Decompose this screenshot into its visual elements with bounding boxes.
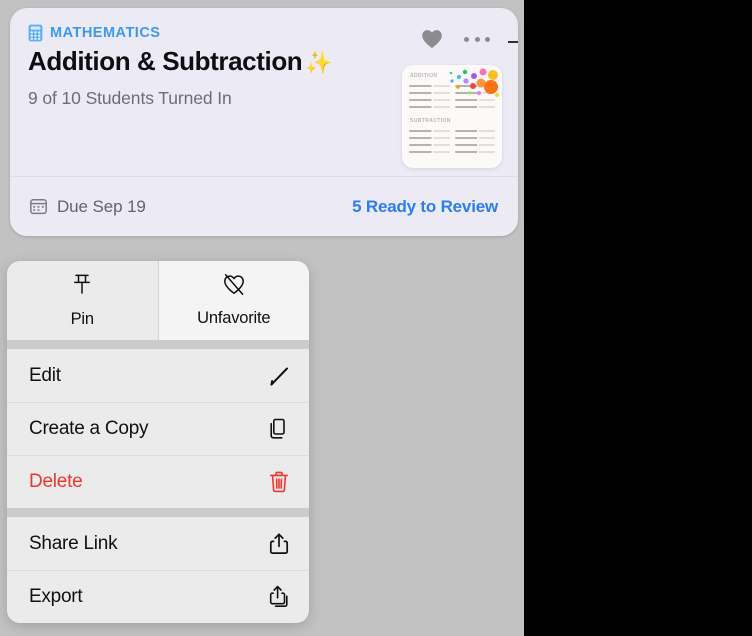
menu-item-export-label: Export: [29, 586, 83, 607]
due-date-group: Due Sep 19: [30, 197, 146, 217]
trash-icon: [267, 469, 291, 495]
duplicate-icon: [267, 416, 291, 442]
due-date-label: Due Sep 19: [57, 196, 146, 216]
menu-item-edit-label: Edit: [29, 364, 61, 386]
context-menu-group-2: Share Link Export: [7, 517, 309, 623]
menu-item-delete[interactable]: Delete: [7, 455, 309, 508]
pin-icon: [71, 273, 93, 302]
calculator-icon: [28, 24, 43, 42]
calendar-icon: [30, 198, 47, 215]
heart-slash-icon: [222, 273, 246, 301]
menu-action-pin-label: Pin: [70, 309, 94, 328]
menu-action-pin[interactable]: Pin: [7, 261, 158, 340]
subject-label: MATHEMATICS: [50, 25, 161, 41]
confetti-decoration: [449, 68, 499, 97]
right-black-panel: [524, 0, 752, 636]
sparkles-icon: ✨: [305, 49, 333, 75]
menu-group-separator: [7, 340, 309, 349]
context-menu-group-1: Edit Create a Copy Delete: [7, 349, 309, 508]
assignment-title: Addition & Subtraction: [28, 46, 303, 76]
menu-action-unfavorite-label: Unfavorite: [197, 309, 271, 327]
menu-item-create-a-copy[interactable]: Create a Copy: [7, 402, 309, 455]
menu-item-share-link[interactable]: Share Link: [7, 517, 309, 570]
context-menu-top-actions: Pin Unfavorite: [7, 261, 309, 340]
pencil-icon: [267, 363, 291, 389]
menu-item-edit[interactable]: Edit: [7, 349, 309, 402]
menu-action-unfavorite[interactable]: Unfavorite: [157, 261, 309, 340]
share-icon: [267, 531, 291, 557]
context-menu[interactable]: Pin Unfavorite Edit Create a Copy Delete…: [7, 261, 309, 623]
more-options-ellipsis-icon[interactable]: [464, 35, 490, 43]
turned-in-status: 9 of 10 Students Turned In: [28, 88, 232, 108]
assignment-card-body: MATHEMATICS Addition & Subtraction ✨ 9 o…: [10, 8, 518, 177]
menu-group-separator-2: [7, 508, 309, 517]
title-row: Addition & Subtraction ✨: [28, 46, 333, 77]
export-icon: [267, 584, 291, 610]
menu-item-delete-label: Delete: [29, 471, 83, 492]
assignment-card-footer: Due Sep 19 5 Ready to Review: [10, 176, 518, 236]
assignment-card[interactable]: MATHEMATICS Addition & Subtraction ✨ 9 o…: [10, 8, 518, 236]
favorite-heart-icon[interactable]: [421, 29, 443, 51]
worksheet-thumbnail[interactable]: ADDITION SUBTRACTION: [402, 65, 502, 168]
menu-item-share-link-label: Share Link: [29, 532, 118, 554]
menu-item-create-a-copy-label: Create a Copy: [29, 418, 149, 439]
worksheet-section-addition: ADDITION: [410, 73, 438, 79]
menu-item-export[interactable]: Export: [7, 570, 309, 623]
subject-row: MATHEMATICS: [28, 24, 160, 42]
worksheet-problems-subtraction: [409, 130, 495, 158]
worksheet-section-subtraction: SUBTRACTION: [410, 118, 451, 124]
callout-leader-line: [508, 41, 518, 43]
ready-to-review-link[interactable]: 5 Ready to Review: [352, 197, 498, 217]
